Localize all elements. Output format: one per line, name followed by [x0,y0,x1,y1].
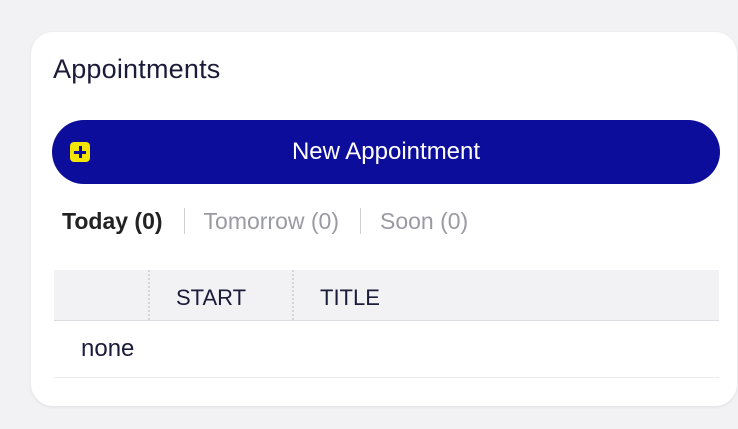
column-divider [148,270,150,320]
column-header-start[interactable]: START [176,285,246,311]
filter-separator [360,208,361,234]
column-divider [292,270,294,320]
new-appointment-button[interactable]: New Appointment [52,120,720,184]
appointments-table: START TITLE none [54,270,719,378]
filter-soon[interactable]: Soon (0) [380,208,468,234]
appointment-filter-tabs: Today (0) Tomorrow (0) Soon (0) [62,208,468,235]
filter-today[interactable]: Today (0) [62,208,163,234]
appointments-widget: Appointments New Appointment Today (0) To… [31,32,737,406]
column-header-title[interactable]: TITLE [320,285,380,311]
table-row: none [54,321,719,378]
empty-state-text: none [81,335,135,362]
new-appointment-label: New Appointment [291,138,481,165]
filter-separator [183,208,185,234]
filter-tomorrow[interactable]: Tomorrow (0) [204,208,339,234]
table-header: START TITLE [54,270,719,321]
widget-title: Appointments [53,54,221,84]
